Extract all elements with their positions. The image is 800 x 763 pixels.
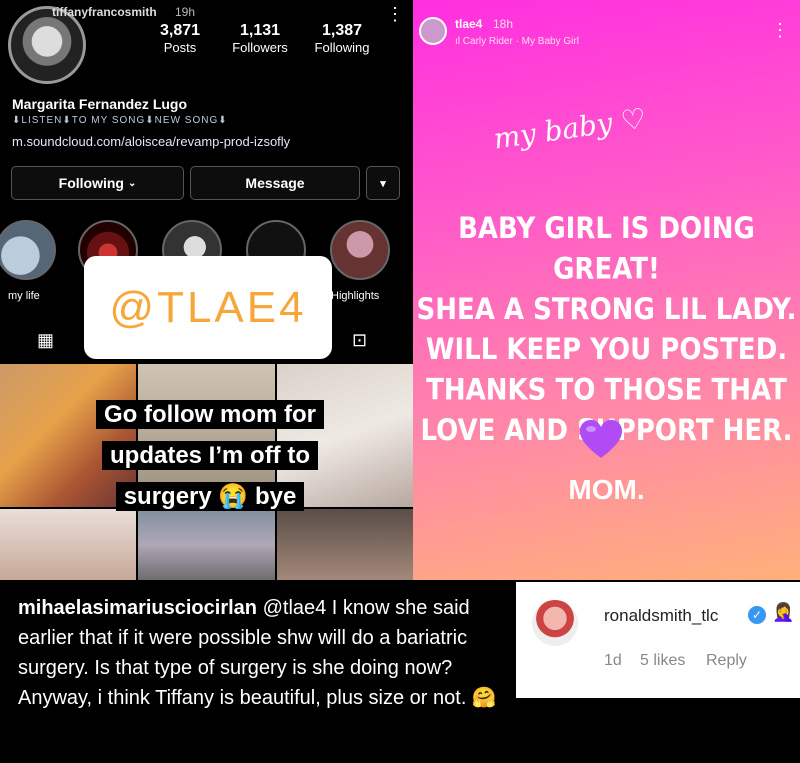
- message-button[interactable]: Message: [190, 166, 360, 200]
- story-handwriting: my baby ♡: [491, 101, 649, 156]
- story-caption: Go follow mom for updates I’m off to sur…: [60, 394, 360, 517]
- story-message: BABY GIRL IS DOING GREAT! SHEA A STRONG …: [413, 209, 800, 451]
- story-username[interactable]: tlae4: [455, 17, 482, 31]
- profile-post-time: 19h: [175, 5, 196, 19]
- more-options-icon[interactable]: ⋮: [386, 4, 404, 25]
- highlight-label-highlights: Highlights: [331, 290, 380, 302]
- story-signature: MOM.: [568, 474, 645, 505]
- following-button[interactable]: Following ⌄: [11, 166, 184, 200]
- following-button-label: Following: [58, 175, 124, 191]
- caption-line: surgery 😭 bye: [115, 482, 305, 511]
- music-icon: ıl: [455, 36, 463, 47]
- tagged-icon[interactable]: ⊡: [352, 330, 367, 351]
- story-time: 18h: [493, 17, 514, 31]
- comment-username[interactable]: ronaldsmith_tlc: [604, 606, 718, 626]
- comment-likes[interactable]: 5 likes: [640, 652, 685, 670]
- suggested-accounts-button[interactable]: ▾: [366, 166, 400, 200]
- facepalm-emoji: 🤦‍♀️: [772, 602, 795, 622]
- story-song-label: Carly Rider · My Baby Girl: [462, 36, 579, 47]
- grid-photo[interactable]: [138, 509, 275, 580]
- stat-following[interactable]: 1,387 Following: [302, 22, 382, 55]
- comment-username[interactable]: mihaelasimariusciocirlan: [18, 597, 257, 619]
- more-options-icon[interactable]: ⋮: [771, 20, 789, 41]
- highlight-label-my-life: my life: [8, 290, 40, 302]
- stat-following-label: Following: [314, 40, 370, 55]
- chevron-down-icon: ⌄: [127, 177, 137, 189]
- chevron-down-icon: ▾: [380, 177, 386, 190]
- message-button-label: Message: [245, 175, 305, 191]
- comment-mihaela: mihaelasimariusciocirlan @tlae4 I know s…: [18, 593, 518, 713]
- reply-button[interactable]: Reply: [706, 652, 747, 670]
- avatar[interactable]: [532, 600, 578, 646]
- grid-photo[interactable]: [0, 509, 136, 580]
- stat-posts[interactable]: 3,871 Posts: [140, 22, 220, 55]
- story-music[interactable]: ıl Carly Rider · My Baby Girl: [455, 36, 579, 47]
- profile-bio: ⬇LISTEN⬇TO MY SONG⬇NEW SONG⬇: [12, 115, 228, 126]
- stat-following-value: 1,387: [321, 22, 363, 39]
- highlight-my-life[interactable]: [0, 220, 56, 280]
- story-panel: tlae4 18h ıl Carly Rider · My Baby Girl …: [413, 0, 800, 580]
- purple-heart-icon: [580, 420, 622, 458]
- story-message-line: BABY GIRL IS DOING GREAT!: [458, 212, 755, 287]
- mention-sticker[interactable]: @TLAE4: [84, 256, 332, 359]
- grid-icon[interactable]: ▦: [37, 330, 54, 351]
- stat-posts-value: 3,871: [159, 22, 201, 39]
- stat-followers-value: 1,131: [239, 22, 281, 39]
- mention-sticker-text: @TLAE4: [109, 282, 307, 332]
- grid-photo[interactable]: [277, 509, 413, 580]
- profile-username: tiffanyfrancosmith: [52, 5, 157, 19]
- story-message-line: WILL KEEP YOU POSTED.: [425, 333, 788, 367]
- stat-posts-label: Posts: [163, 40, 197, 55]
- verified-badge-icon: ✓: [748, 606, 766, 624]
- story-message-line: THANKS TO THOSE THAT: [426, 373, 787, 408]
- caption-line: Go follow mom for: [96, 400, 324, 429]
- profile-full-name: Margarita Fernandez Lugo: [12, 96, 188, 112]
- caption-line: updates I’m off to: [102, 441, 318, 470]
- comment-ronaldsmith: ronaldsmith_tlc ✓ 🤦‍♀️ 1d 5 likes Reply: [516, 582, 800, 698]
- comment-age: 1d: [604, 652, 622, 669]
- profile-panel: tiffanyfrancosmith 19h ⋮ 3,871 Posts 1,1…: [0, 0, 413, 580]
- highlight-highlights[interactable]: [330, 220, 390, 280]
- stat-followers-label: Followers: [232, 40, 288, 55]
- profile-link[interactable]: m.soundcloud.com/aloiscea/revamp-prod-iz…: [12, 134, 290, 149]
- stat-followers[interactable]: 1,131 Followers: [220, 22, 300, 55]
- story-message-line: SHEA A STRONG LIL LADY.: [416, 293, 797, 327]
- story-avatar[interactable]: [419, 17, 447, 45]
